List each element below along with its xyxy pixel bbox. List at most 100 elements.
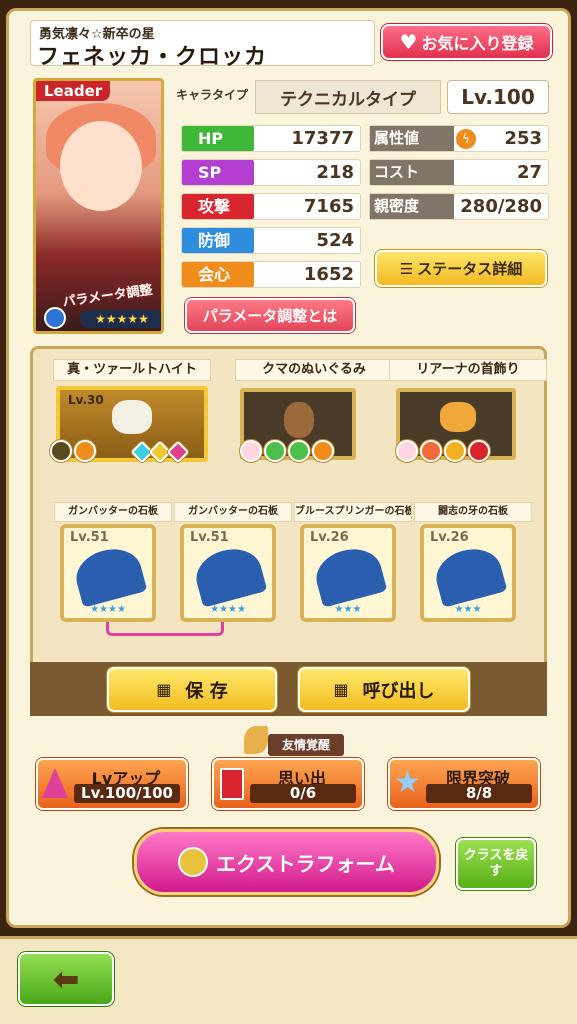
- slate-stars: ★★★: [454, 604, 482, 615]
- gem-icon: [112, 400, 152, 434]
- favorite-label: お気に入り登録: [421, 34, 534, 53]
- slate-slot-3[interactable]: Lv.26 ★★★: [300, 524, 396, 622]
- slate-stars: ★★★★: [210, 604, 246, 615]
- slate-slot-1[interactable]: Lv.51 ★★★★: [60, 524, 156, 622]
- stat-cost: コスト 27: [369, 159, 549, 186]
- arrow-left-icon: ⬅: [52, 960, 80, 998]
- limit-break-button[interactable]: ★ 限界突破 8/8: [388, 758, 540, 810]
- diamond-icon: [166, 440, 190, 464]
- favorite-button[interactable]: ♥ お気に入り登録: [381, 24, 552, 60]
- stat-value: 7165: [303, 196, 354, 217]
- attack-up-icon: [312, 440, 334, 462]
- stat-value: 27: [516, 162, 542, 183]
- level-display: Lv.100: [447, 80, 549, 114]
- stat-attack: 攻撃 7165: [181, 193, 361, 220]
- stat-value: 280/280: [460, 196, 542, 217]
- extra-form-button[interactable]: エクストラフォーム: [134, 829, 439, 895]
- medallion-icon: [178, 847, 209, 877]
- stat-value: 17377: [291, 128, 354, 149]
- friendship-banner: 友情覚醒: [268, 734, 344, 756]
- leader-badge: Leader: [36, 81, 111, 101]
- rarity-stars: ★★★★★: [80, 310, 161, 328]
- stat-intimacy: 親密度 280/280: [369, 193, 549, 220]
- fan-slate-icon: [70, 542, 148, 608]
- slate-name: ブルースプリンガーの石板: [294, 502, 412, 522]
- save-button[interactable]: ▦ 保 存: [107, 667, 277, 712]
- equip-name: リアーナの首飾り: [389, 359, 547, 381]
- weapon-gem-icons: [130, 440, 190, 464]
- load-label: 呼び出し: [362, 680, 435, 702]
- stat-label: HP: [182, 126, 254, 151]
- slate-stars: ★★★: [334, 604, 362, 615]
- skill-icon: [50, 440, 72, 462]
- back-button[interactable]: ⬅: [18, 952, 114, 1006]
- stat-defense: 防御 524: [181, 227, 361, 254]
- status-detail-label: ステータス詳細: [417, 260, 523, 278]
- level-progress: Lv.100/100: [74, 784, 180, 803]
- extra-form-label: エクストラフォーム: [216, 851, 395, 876]
- stat-label: 親密度: [370, 194, 454, 219]
- list-icon: ☰: [399, 259, 414, 278]
- slate-name: ガンバッターの石板: [174, 502, 292, 522]
- stat-label: SP: [182, 160, 254, 185]
- class-back-button[interactable]: クラスを戻す: [456, 838, 536, 890]
- load-icon: ▦: [333, 680, 349, 699]
- equip-name: クマのぬいぐるみ: [235, 359, 393, 381]
- water-element-icon: [44, 307, 66, 329]
- status-detail-button[interactable]: ☰ ステータス詳細: [375, 250, 547, 287]
- slate-stars: ★★★★: [90, 604, 126, 615]
- chartype-value: テクニカルタイプ: [255, 80, 441, 114]
- slate-link-indicator: [106, 622, 224, 636]
- memory-button[interactable]: 思い出 0/6: [212, 758, 364, 810]
- accessory1-effect-icons: [240, 440, 334, 462]
- chartype-label: キャラタイプ: [176, 88, 249, 102]
- stat-label: コスト: [370, 160, 454, 185]
- slate-level: Lv.26: [430, 530, 469, 545]
- memory-progress: 0/6: [250, 784, 356, 803]
- slate-level: Lv.51: [70, 530, 109, 545]
- stat-label: 防御: [182, 228, 254, 253]
- character-portrait[interactable]: Leader パラメータ調整 ★★★★★: [33, 78, 164, 334]
- stat-label: 会心: [182, 262, 254, 287]
- fan-slate-icon: [430, 542, 508, 608]
- equip-name: 真・ツァールトハイト: [53, 359, 211, 381]
- fan-slate-icon: [190, 542, 268, 608]
- save-label: 保 存: [185, 680, 228, 702]
- accessory2-effect-icons: [396, 440, 490, 462]
- sparkle-icon: [444, 440, 466, 462]
- level-up-button[interactable]: Lvアップ Lv.100/100: [36, 758, 188, 810]
- load-button[interactable]: ▦ 呼び出し: [298, 667, 470, 712]
- stat-sp: SP 218: [181, 159, 361, 186]
- slate-name: 闘志の牙の石板: [414, 502, 532, 522]
- stat-hp: HP 17377: [181, 125, 361, 152]
- stat-attribute: 属性値 ϟ 253: [369, 125, 549, 152]
- slate-level: Lv.51: [190, 530, 229, 545]
- character-name: フェネッカ・クロッカ: [37, 45, 268, 70]
- weapon-effect-icons: [50, 440, 96, 462]
- heart-icon: [240, 440, 262, 462]
- slate-level: Lv.26: [310, 530, 349, 545]
- equip-level: Lv.30: [68, 393, 104, 407]
- heal-icon: [288, 440, 310, 462]
- star-icon: ★: [394, 765, 421, 800]
- stat-value: 218: [316, 162, 354, 183]
- slate-slot-4[interactable]: Lv.26 ★★★: [420, 524, 516, 622]
- fan-slate-icon: [310, 542, 388, 608]
- star-icon: [420, 440, 442, 462]
- arrow-up-icon: [42, 768, 68, 798]
- slate-name: ガンバッターの石板: [54, 502, 172, 522]
- param-about-button[interactable]: パラメータ調整とは: [185, 298, 355, 333]
- bear-icon: [284, 402, 314, 438]
- portrait-face: [60, 121, 142, 211]
- save-icon: ▦: [156, 680, 172, 699]
- stat-value: 524: [316, 230, 354, 251]
- lightning-icon: [74, 440, 96, 462]
- heart-icon: [396, 440, 418, 462]
- stat-value: 1652: [303, 264, 354, 285]
- lightning-icon: ϟ: [456, 129, 476, 149]
- book-icon: [220, 768, 244, 800]
- slate-slot-2[interactable]: Lv.51 ★★★★: [180, 524, 276, 622]
- heal-icon: [264, 440, 286, 462]
- stat-label: 攻撃: [182, 194, 254, 219]
- heart-icon: ♥: [399, 30, 418, 54]
